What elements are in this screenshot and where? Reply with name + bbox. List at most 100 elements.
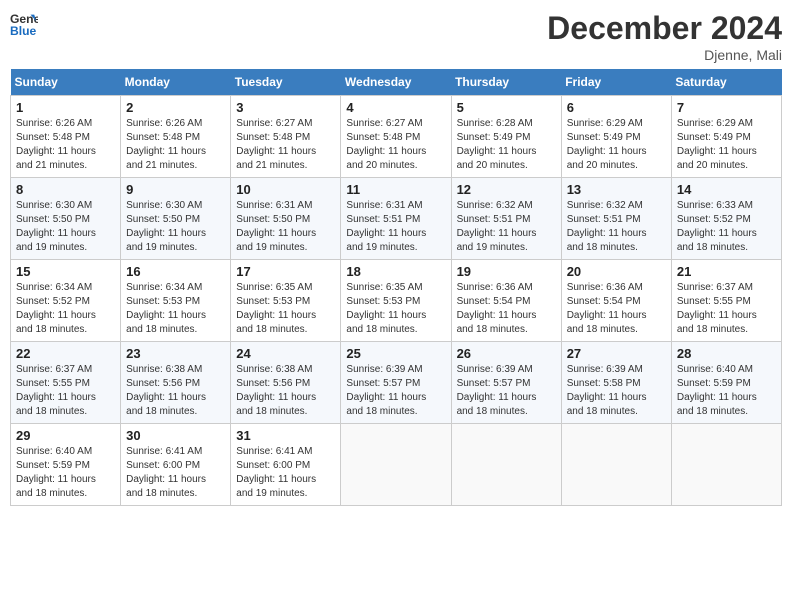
- day-info: Sunrise: 6:36 AMSunset: 5:54 PMDaylight:…: [457, 281, 556, 337]
- page-header: General Blue December 2024 Djenne, Mali: [10, 10, 782, 63]
- day-info: Sunrise: 6:32 AMSunset: 5:51 PMDaylight:…: [457, 199, 556, 255]
- day-info: Sunrise: 6:33 AMSunset: 5:52 PMDaylight:…: [677, 199, 776, 255]
- day-number: 3: [236, 100, 335, 115]
- calendar-day-cell: 28 Sunrise: 6:40 AMSunset: 5:59 PMDaylig…: [671, 342, 781, 424]
- day-info: Sunrise: 6:30 AMSunset: 5:50 PMDaylight:…: [16, 199, 115, 255]
- calendar-day-cell: 12 Sunrise: 6:32 AMSunset: 5:51 PMDaylig…: [451, 178, 561, 260]
- calendar-day-cell: 6 Sunrise: 6:29 AMSunset: 5:49 PMDayligh…: [561, 96, 671, 178]
- calendar-day-cell: 22 Sunrise: 6:37 AMSunset: 5:55 PMDaylig…: [11, 342, 121, 424]
- day-number: 4: [346, 100, 445, 115]
- day-info: Sunrise: 6:30 AMSunset: 5:50 PMDaylight:…: [126, 199, 225, 255]
- day-number: 24: [236, 346, 335, 361]
- day-number: 8: [16, 182, 115, 197]
- calendar-week-row: 1 Sunrise: 6:26 AMSunset: 5:48 PMDayligh…: [11, 96, 782, 178]
- day-info: Sunrise: 6:41 AMSunset: 6:00 PMDaylight:…: [126, 445, 225, 501]
- day-info: Sunrise: 6:38 AMSunset: 5:56 PMDaylight:…: [126, 363, 225, 419]
- calendar-day-cell: 14 Sunrise: 6:33 AMSunset: 5:52 PMDaylig…: [671, 178, 781, 260]
- calendar-day-cell: 9 Sunrise: 6:30 AMSunset: 5:50 PMDayligh…: [121, 178, 231, 260]
- calendar-day-cell: [341, 424, 451, 506]
- day-number: 22: [16, 346, 115, 361]
- calendar-day-cell: 27 Sunrise: 6:39 AMSunset: 5:58 PMDaylig…: [561, 342, 671, 424]
- title-block: December 2024 Djenne, Mali: [547, 10, 782, 63]
- calendar-day-cell: 23 Sunrise: 6:38 AMSunset: 5:56 PMDaylig…: [121, 342, 231, 424]
- day-info: Sunrise: 6:39 AMSunset: 5:57 PMDaylight:…: [457, 363, 556, 419]
- day-info: Sunrise: 6:27 AMSunset: 5:48 PMDaylight:…: [236, 117, 335, 173]
- weekday-header: Thursday: [451, 69, 561, 96]
- calendar-day-cell: [561, 424, 671, 506]
- calendar-day-cell: 2 Sunrise: 6:26 AMSunset: 5:48 PMDayligh…: [121, 96, 231, 178]
- day-info: Sunrise: 6:40 AMSunset: 5:59 PMDaylight:…: [16, 445, 115, 501]
- day-info: Sunrise: 6:28 AMSunset: 5:49 PMDaylight:…: [457, 117, 556, 173]
- calendar-day-cell: 8 Sunrise: 6:30 AMSunset: 5:50 PMDayligh…: [11, 178, 121, 260]
- calendar-day-cell: 7 Sunrise: 6:29 AMSunset: 5:49 PMDayligh…: [671, 96, 781, 178]
- day-number: 2: [126, 100, 225, 115]
- day-info: Sunrise: 6:39 AMSunset: 5:58 PMDaylight:…: [567, 363, 666, 419]
- weekday-header: Wednesday: [341, 69, 451, 96]
- calendar-day-cell: 18 Sunrise: 6:35 AMSunset: 5:53 PMDaylig…: [341, 260, 451, 342]
- day-number: 18: [346, 264, 445, 279]
- day-number: 11: [346, 182, 445, 197]
- calendar-day-cell: 4 Sunrise: 6:27 AMSunset: 5:48 PMDayligh…: [341, 96, 451, 178]
- day-info: Sunrise: 6:40 AMSunset: 5:59 PMDaylight:…: [677, 363, 776, 419]
- day-number: 14: [677, 182, 776, 197]
- day-number: 25: [346, 346, 445, 361]
- day-info: Sunrise: 6:38 AMSunset: 5:56 PMDaylight:…: [236, 363, 335, 419]
- logo: General Blue: [10, 10, 38, 38]
- logo-icon: General Blue: [10, 10, 38, 38]
- weekday-header: Tuesday: [231, 69, 341, 96]
- calendar-day-cell: 21 Sunrise: 6:37 AMSunset: 5:55 PMDaylig…: [671, 260, 781, 342]
- day-info: Sunrise: 6:37 AMSunset: 5:55 PMDaylight:…: [677, 281, 776, 337]
- day-number: 26: [457, 346, 556, 361]
- day-number: 9: [126, 182, 225, 197]
- day-info: Sunrise: 6:39 AMSunset: 5:57 PMDaylight:…: [346, 363, 445, 419]
- day-number: 29: [16, 428, 115, 443]
- calendar-day-cell: 29 Sunrise: 6:40 AMSunset: 5:59 PMDaylig…: [11, 424, 121, 506]
- day-number: 20: [567, 264, 666, 279]
- calendar-day-cell: [451, 424, 561, 506]
- day-number: 16: [126, 264, 225, 279]
- calendar-day-cell: 1 Sunrise: 6:26 AMSunset: 5:48 PMDayligh…: [11, 96, 121, 178]
- day-number: 23: [126, 346, 225, 361]
- calendar-day-cell: 3 Sunrise: 6:27 AMSunset: 5:48 PMDayligh…: [231, 96, 341, 178]
- calendar-day-cell: 10 Sunrise: 6:31 AMSunset: 5:50 PMDaylig…: [231, 178, 341, 260]
- day-info: Sunrise: 6:31 AMSunset: 5:50 PMDaylight:…: [236, 199, 335, 255]
- day-number: 28: [677, 346, 776, 361]
- day-number: 1: [16, 100, 115, 115]
- calendar-week-row: 15 Sunrise: 6:34 AMSunset: 5:52 PMDaylig…: [11, 260, 782, 342]
- calendar-day-cell: 17 Sunrise: 6:35 AMSunset: 5:53 PMDaylig…: [231, 260, 341, 342]
- weekday-header: Saturday: [671, 69, 781, 96]
- day-number: 30: [126, 428, 225, 443]
- calendar-day-cell: 13 Sunrise: 6:32 AMSunset: 5:51 PMDaylig…: [561, 178, 671, 260]
- day-number: 17: [236, 264, 335, 279]
- location: Djenne, Mali: [547, 47, 782, 63]
- calendar-day-cell: 20 Sunrise: 6:36 AMSunset: 5:54 PMDaylig…: [561, 260, 671, 342]
- day-info: Sunrise: 6:27 AMSunset: 5:48 PMDaylight:…: [346, 117, 445, 173]
- day-number: 19: [457, 264, 556, 279]
- calendar-week-row: 29 Sunrise: 6:40 AMSunset: 5:59 PMDaylig…: [11, 424, 782, 506]
- calendar-day-cell: 15 Sunrise: 6:34 AMSunset: 5:52 PMDaylig…: [11, 260, 121, 342]
- day-info: Sunrise: 6:32 AMSunset: 5:51 PMDaylight:…: [567, 199, 666, 255]
- day-info: Sunrise: 6:41 AMSunset: 6:00 PMDaylight:…: [236, 445, 335, 501]
- day-info: Sunrise: 6:31 AMSunset: 5:51 PMDaylight:…: [346, 199, 445, 255]
- calendar-day-cell: 31 Sunrise: 6:41 AMSunset: 6:00 PMDaylig…: [231, 424, 341, 506]
- day-info: Sunrise: 6:34 AMSunset: 5:52 PMDaylight:…: [16, 281, 115, 337]
- day-number: 15: [16, 264, 115, 279]
- calendar-day-cell: 16 Sunrise: 6:34 AMSunset: 5:53 PMDaylig…: [121, 260, 231, 342]
- day-info: Sunrise: 6:29 AMSunset: 5:49 PMDaylight:…: [567, 117, 666, 173]
- day-info: Sunrise: 6:37 AMSunset: 5:55 PMDaylight:…: [16, 363, 115, 419]
- day-number: 31: [236, 428, 335, 443]
- calendar-day-cell: 30 Sunrise: 6:41 AMSunset: 6:00 PMDaylig…: [121, 424, 231, 506]
- calendar-day-cell: 19 Sunrise: 6:36 AMSunset: 5:54 PMDaylig…: [451, 260, 561, 342]
- calendar-week-row: 22 Sunrise: 6:37 AMSunset: 5:55 PMDaylig…: [11, 342, 782, 424]
- calendar-week-row: 8 Sunrise: 6:30 AMSunset: 5:50 PMDayligh…: [11, 178, 782, 260]
- day-number: 7: [677, 100, 776, 115]
- day-info: Sunrise: 6:26 AMSunset: 5:48 PMDaylight:…: [16, 117, 115, 173]
- day-info: Sunrise: 6:35 AMSunset: 5:53 PMDaylight:…: [346, 281, 445, 337]
- day-info: Sunrise: 6:26 AMSunset: 5:48 PMDaylight:…: [126, 117, 225, 173]
- day-info: Sunrise: 6:35 AMSunset: 5:53 PMDaylight:…: [236, 281, 335, 337]
- day-number: 10: [236, 182, 335, 197]
- day-info: Sunrise: 6:29 AMSunset: 5:49 PMDaylight:…: [677, 117, 776, 173]
- day-info: Sunrise: 6:34 AMSunset: 5:53 PMDaylight:…: [126, 281, 225, 337]
- calendar-table: SundayMondayTuesdayWednesdayThursdayFrid…: [10, 69, 782, 506]
- day-number: 13: [567, 182, 666, 197]
